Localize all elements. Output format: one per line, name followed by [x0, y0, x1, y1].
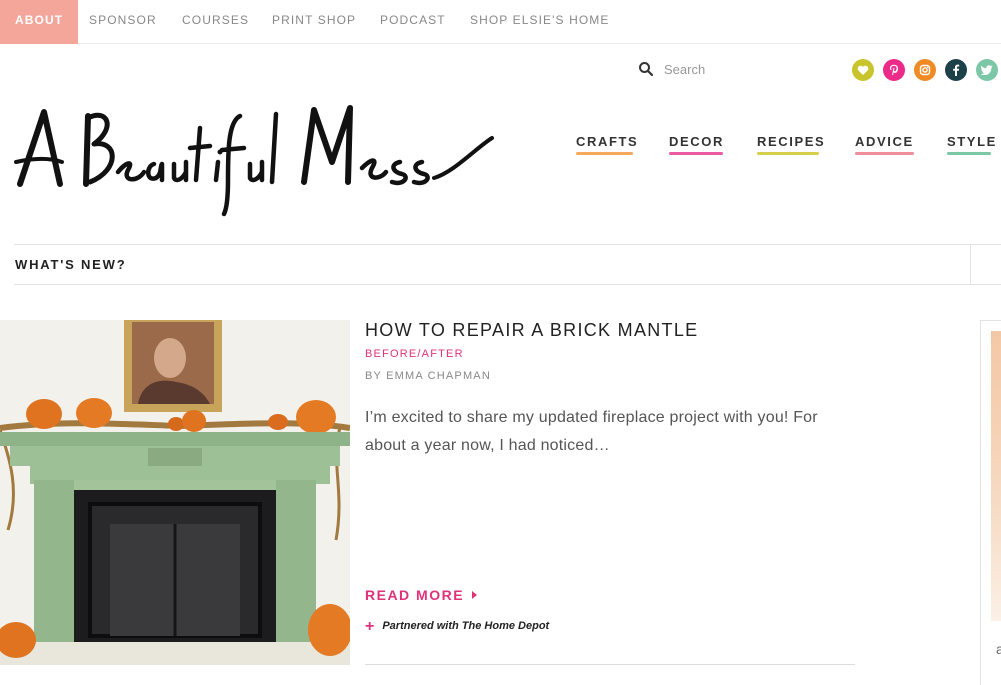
nav-decor[interactable]: DECOR: [669, 134, 724, 149]
advice-underline: [855, 152, 914, 155]
post-category-link[interactable]: BEFORE/AFTER: [365, 348, 464, 360]
whats-new-bar: WHAT'S NEW?: [14, 244, 1001, 285]
nav-style[interactable]: STYLE: [947, 134, 997, 149]
heart-icon[interactable]: [852, 59, 874, 81]
topnav-sponsor[interactable]: SPONSOR: [89, 0, 157, 44]
post-image[interactable]: [0, 320, 350, 665]
post-author: BY EMMA CHAPMAN: [365, 370, 491, 382]
instagram-icon[interactable]: [914, 59, 936, 81]
whats-new-label[interactable]: WHAT'S NEW?: [15, 257, 126, 272]
topnav-about[interactable]: ABOUT: [0, 0, 79, 44]
site-logo[interactable]: [14, 92, 494, 218]
nav-crafts[interactable]: CRAFTS: [576, 134, 638, 149]
topnav-courses[interactable]: COURSES: [182, 0, 249, 44]
pinterest-icon[interactable]: [883, 59, 905, 81]
search-icon[interactable]: [638, 61, 654, 77]
facebook-icon[interactable]: [945, 59, 967, 81]
search-input[interactable]: [664, 58, 764, 80]
sidebar-text: a: [996, 641, 1001, 657]
sidebar-image[interactable]: [991, 331, 1001, 621]
caret-right-icon: [472, 591, 478, 599]
post-title[interactable]: HOW TO REPAIR A BRICK MANTLE: [365, 320, 698, 341]
post-divider: [365, 664, 855, 665]
nav-advice[interactable]: ADVICE: [855, 134, 914, 149]
topnav-print-shop[interactable]: PRINT SHOP: [272, 0, 356, 44]
post-excerpt: I’m excited to share my updated fireplac…: [365, 409, 818, 454]
nav-recipes[interactable]: RECIPES: [757, 134, 825, 149]
top-navigation: ABOUT SPONSOR COURSES PRINT SHOP PODCAST…: [0, 0, 1001, 44]
partner-note: + Partnered with The Home Depot: [365, 618, 549, 636]
partner-text: Partnered with The Home Depot: [382, 620, 550, 632]
plus-icon: +: [365, 618, 375, 635]
sidebar-widget: a: [980, 320, 1001, 685]
read-more-link[interactable]: READ MORE: [365, 587, 478, 603]
decor-underline: [669, 152, 723, 155]
topnav-shop-elsies-home[interactable]: SHOP ELSIE'S HOME: [470, 0, 609, 44]
topnav-podcast[interactable]: PODCAST: [380, 0, 446, 44]
crafts-underline: [576, 152, 633, 155]
twitter-icon[interactable]: [976, 59, 998, 81]
read-more-label: READ MORE: [365, 587, 465, 603]
divider: [970, 244, 971, 285]
search-box: [638, 58, 764, 82]
recipes-underline: [757, 152, 819, 155]
style-underline: [947, 152, 991, 155]
